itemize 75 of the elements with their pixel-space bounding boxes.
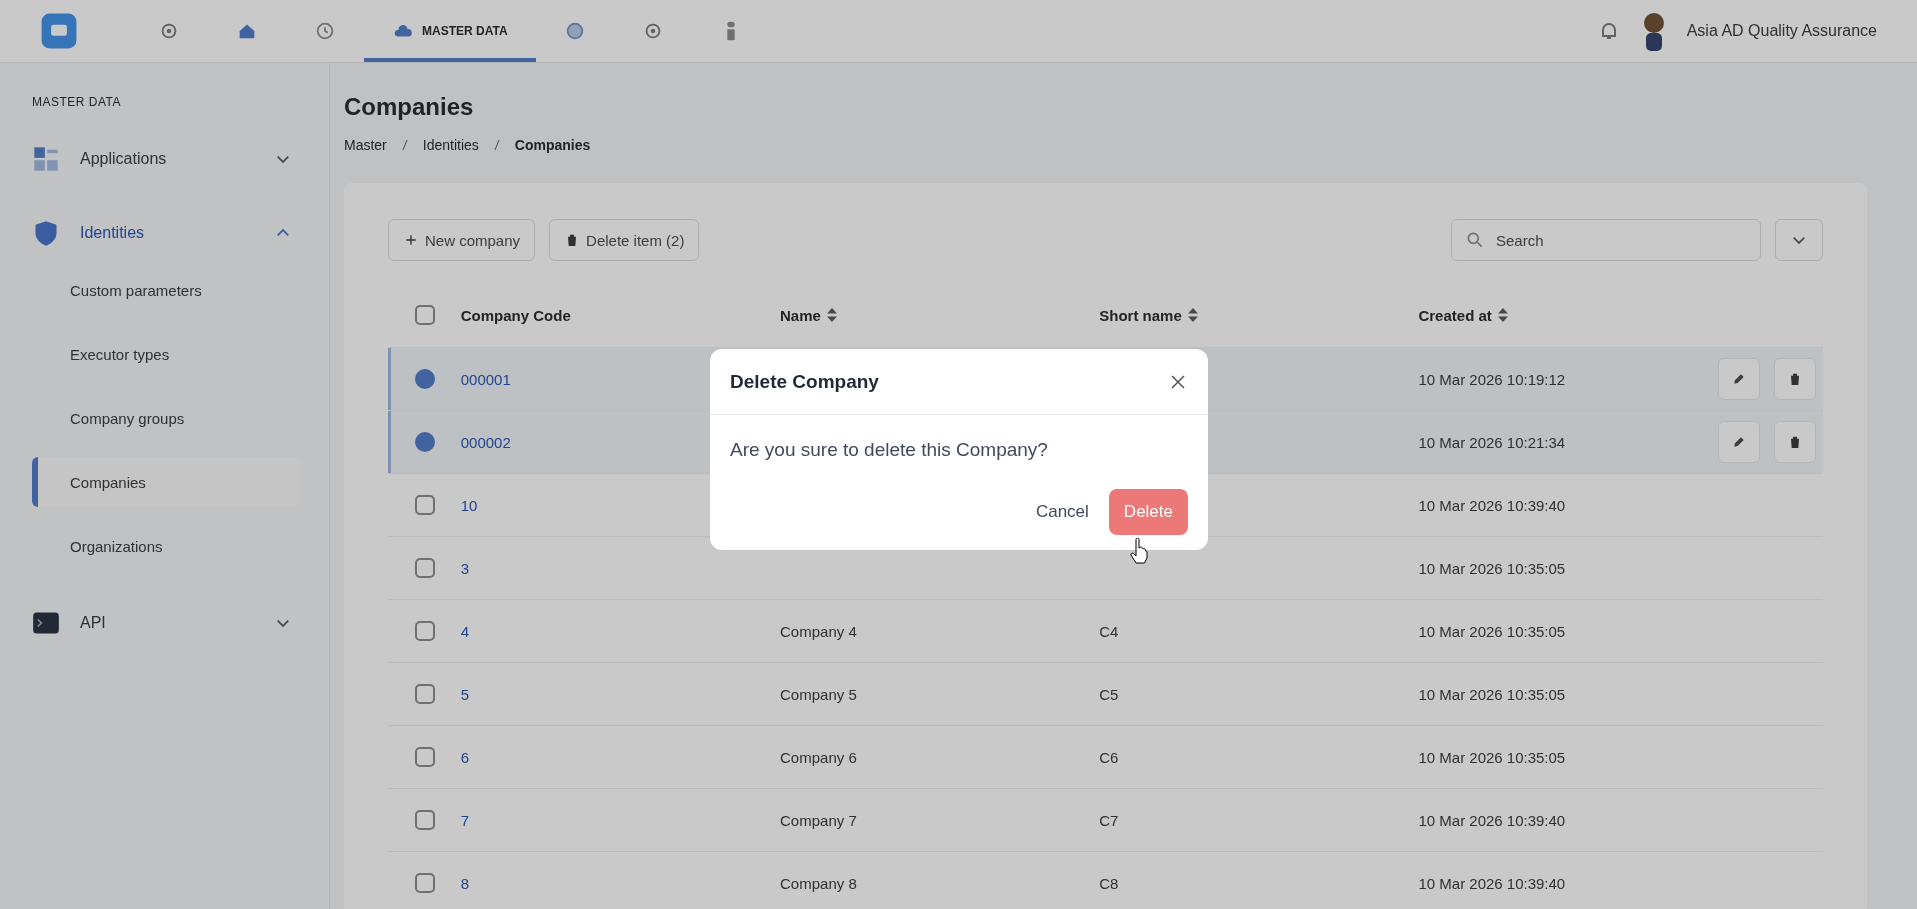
row-checkbox[interactable] <box>415 873 435 893</box>
code-link[interactable]: 6 <box>460 748 470 766</box>
breadcrumb-link[interactable]: Master <box>344 137 387 153</box>
sort-icon[interactable] <box>826 308 837 322</box>
column-header[interactable]: Name <box>780 306 821 324</box>
row-checkbox[interactable] <box>415 747 435 767</box>
code-link[interactable]: 4 <box>460 622 470 640</box>
code-link[interactable]: 000001 <box>460 370 511 388</box>
table-cell: C4 <box>1099 622 1119 640</box>
sidebar-item[interactable]: Organizations <box>32 521 300 571</box>
row-checkbox[interactable] <box>415 369 435 389</box>
search-icon <box>1465 230 1485 250</box>
page-title: Companies <box>344 93 475 121</box>
table-cell: 10 Mar 2026 10:19:12 <box>1418 370 1566 388</box>
sort-icon[interactable] <box>1187 308 1198 322</box>
table-cell: 10 Mar 2026 10:39:40 <box>1418 496 1566 514</box>
table-cell: C5 <box>1099 685 1119 703</box>
breadcrumb-link[interactable]: Companies <box>514 137 591 153</box>
table-cell: 10 Mar 2026 10:21:34 <box>1418 433 1566 451</box>
sidebar-heading: MASTER DATA <box>32 95 123 109</box>
table-cell: 10 Mar 2026 10:35:05 <box>1418 559 1566 577</box>
breadcrumb-link[interactable]: Identities <box>422 137 479 153</box>
table-cell: C8 <box>1099 874 1119 892</box>
delete-button[interactable] <box>1774 421 1816 463</box>
table-cell: C6 <box>1099 748 1119 766</box>
sidebar-group[interactable]: Applications <box>32 139 290 179</box>
row-checkbox[interactable] <box>415 621 435 641</box>
clock-icon <box>314 20 336 42</box>
code-link[interactable]: 8 <box>460 874 470 892</box>
code-link[interactable]: 10 <box>460 496 478 514</box>
table-cell: 10 Mar 2026 10:35:05 <box>1418 748 1566 766</box>
app-logo-icon <box>40 12 78 50</box>
sidebar-group[interactable]: Identities <box>32 213 290 253</box>
sort-icon[interactable] <box>1497 308 1508 322</box>
edit-button[interactable] <box>1718 421 1760 463</box>
table-cell: Company 5 <box>780 685 857 703</box>
nav-tab[interactable]: MASTER DATA <box>364 0 536 62</box>
edit-button[interactable] <box>1718 358 1760 400</box>
user-name[interactable]: Asia AD Quality Assurance <box>1686 22 1877 40</box>
sidebar-item[interactable]: Executor types <box>32 329 300 379</box>
table-cell: 10 Mar 2026 10:39:40 <box>1418 811 1566 829</box>
table-cell: 10 Mar 2026 10:35:05 <box>1418 685 1566 703</box>
dialog-message: Are you sure to delete this Company? <box>729 438 1049 461</box>
sidebar-item[interactable]: Company groups <box>32 393 300 443</box>
table-cell: Company 4 <box>780 622 857 640</box>
table-cell: 10 Mar 2026 10:39:40 <box>1418 874 1566 892</box>
code-link[interactable]: 7 <box>460 811 470 829</box>
code-link[interactable]: 5 <box>460 685 470 703</box>
row-checkbox[interactable] <box>415 684 435 704</box>
plus-icon <box>403 232 419 248</box>
search-field[interactable]: Search <box>1451 219 1761 261</box>
row-checkbox[interactable] <box>415 495 435 515</box>
toolbar-button[interactable]: Delete item (2) <box>549 219 700 261</box>
table-cell: Company 6 <box>780 748 857 766</box>
row-checkbox[interactable] <box>415 558 435 578</box>
delete-button[interactable] <box>1774 358 1816 400</box>
dialog-title: Delete Company <box>730 370 879 393</box>
code-link[interactable]: 000002 <box>460 433 511 451</box>
cancel-button[interactable]: Cancel <box>1035 489 1089 535</box>
sidebar-item[interactable]: Custom parameters <box>32 265 300 315</box>
table-cell: Company 8 <box>780 874 857 892</box>
column-header[interactable]: Created at <box>1418 306 1492 324</box>
row-checkbox[interactable] <box>415 810 435 830</box>
sidebar-item[interactable]: Companies <box>32 457 300 507</box>
sidebar-group[interactable]: API <box>32 603 290 643</box>
table-cell: 10 Mar 2026 10:35:05 <box>1418 622 1566 640</box>
table-cell: Company 7 <box>780 811 857 829</box>
select-all-checkbox[interactable] <box>415 305 435 325</box>
table-cell: C7 <box>1099 811 1119 829</box>
column-header[interactable]: Company Code <box>460 306 571 324</box>
column-header[interactable]: Short name <box>1099 306 1182 324</box>
code-link[interactable]: 3 <box>460 559 470 577</box>
toolbar-button[interactable]: New company <box>388 219 536 261</box>
row-checkbox[interactable] <box>415 432 435 452</box>
grid-icon <box>32 145 60 173</box>
